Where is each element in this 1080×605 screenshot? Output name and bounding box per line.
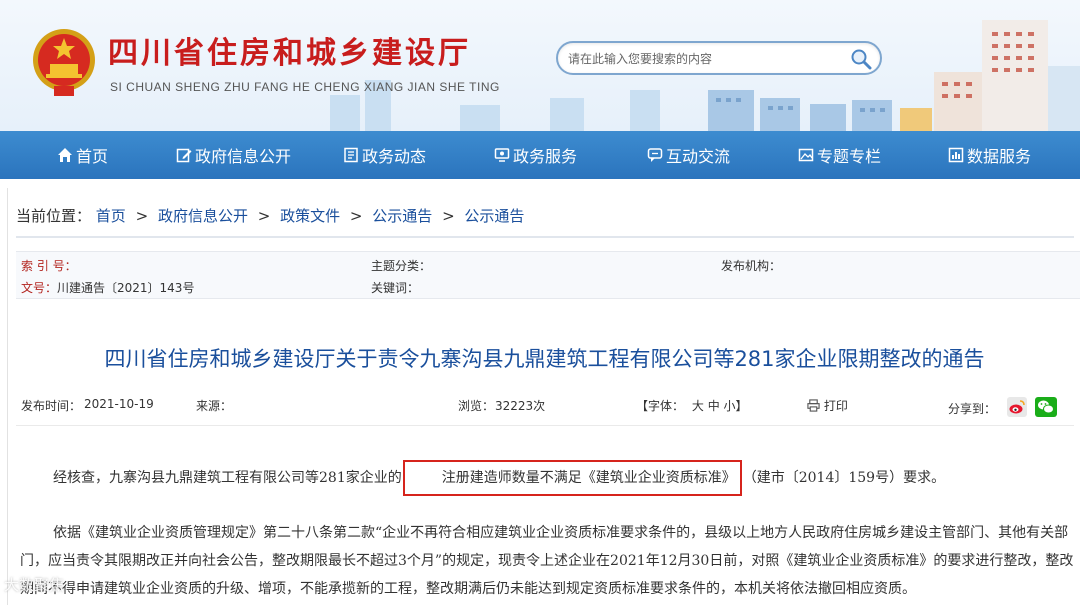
nav-label: 互动交流 [666, 147, 731, 166]
paragraph-1: 经核查，九寨沟县九鼎建筑工程有限公司等281家企业的 注册建造师数量不满足《建筑业… [20, 460, 1075, 496]
nav-label: 政府信息公开 [195, 147, 292, 166]
nav-label: 政务服务 [513, 147, 578, 166]
wechat-share-icon[interactable] [1035, 397, 1057, 417]
topic-label: 主题分类： [371, 259, 432, 273]
nav-item-data-service[interactable]: 数据服务 [948, 131, 1031, 179]
views-label: 浏览： [458, 399, 495, 413]
doc-number-value: 川建通告〔2021〕143号 [57, 281, 195, 295]
chat-icon [647, 148, 663, 162]
font-size-small[interactable]: 小 [724, 399, 736, 413]
site-subtitle: SI CHUAN SHENG ZHU FANG HE CHENG XIANG J… [110, 80, 500, 94]
site-title: 四川省住房和城乡建设厅 [108, 36, 471, 71]
nav-item-gov-news[interactable]: 政务动态 [343, 131, 426, 179]
publish-time-label: 发布时间： [21, 399, 82, 413]
nav-label: 专题专栏 [817, 147, 882, 166]
main-nav: 首页 政府信息公开 政务动态 政务服务 互动交流 专题专栏 数据服务 [0, 131, 1080, 179]
national-emblem-icon [33, 29, 95, 96]
nav-item-interaction[interactable]: 互动交流 [647, 131, 730, 179]
publisher-label: 发布机构： [721, 259, 782, 273]
paragraph-1-end: （建市〔2014〕159号）要求。 [742, 470, 946, 486]
doc-number-label: 文号： [21, 281, 58, 295]
publish-date: 2021-10-19 [84, 397, 154, 411]
breadcrumb-separator: > [442, 207, 455, 225]
breadcrumb-item-gov-info[interactable]: 政府信息公开 [158, 207, 248, 225]
page: 四川省住房和城乡建设厅 SI CHUAN SHENG ZHU FANG HE C… [0, 0, 1080, 605]
paragraph-1-start: 经核查，九寨沟县九鼎建筑工程有限公司等281家企业的 [53, 470, 402, 486]
breadcrumb-separator: > [257, 207, 271, 225]
paragraph-2: 依据《建筑业企业资质管理规定》第二十八条第二款“企业不再符合相应建筑业企业资质标… [20, 525, 1074, 597]
share-label: 分享到： [948, 402, 997, 416]
views-count: 32223次 [495, 399, 546, 413]
print-label: 打印 [823, 399, 848, 413]
chart-icon [948, 147, 964, 163]
index-number-label: 索 引 号： [21, 259, 77, 273]
nav-label: 首页 [76, 147, 109, 166]
keyword-label: 关键词： [371, 281, 420, 295]
breadcrumb: 当前位置： 首页 > 政府信息公开 > 政策文件 > 公示通告 > 公示通告 [16, 205, 524, 226]
nav-item-gov-info[interactable]: 政府信息公开 [176, 131, 291, 179]
font-size-medium[interactable]: 中 [708, 399, 720, 413]
search-box [556, 41, 882, 75]
printer-icon [807, 399, 820, 412]
breadcrumb-divider [16, 236, 1074, 238]
nav-label: 数据服务 [967, 147, 1032, 166]
home-icon [58, 148, 72, 162]
font-size-label: 【字体： [636, 399, 685, 413]
font-size-close: 】 [735, 399, 748, 413]
watermark: 大数聚焦 [4, 576, 65, 594]
search-input[interactable] [568, 49, 848, 69]
breadcrumb-item-home[interactable]: 首页 [96, 207, 126, 225]
nav-label: 政务动态 [362, 147, 427, 166]
nav-item-special-topics[interactable]: 专题专栏 [798, 131, 881, 179]
highlighted-requirement: 注册建造师数量不满足《建筑业企业资质标准》 [402, 460, 742, 496]
site-header: 四川省住房和城乡建设厅 SI CHUAN SHENG ZHU FANG HE C… [0, 0, 1080, 132]
info-divider [16, 425, 1074, 426]
document-icon [344, 147, 358, 163]
print-button[interactable]: 打印 [807, 397, 848, 414]
breadcrumb-separator: > [349, 207, 363, 225]
breadcrumb-item-policy[interactable]: 政策文件 [280, 207, 340, 225]
search-icon[interactable] [850, 48, 872, 70]
document-meta-box: 索 引 号： 文号： 川建通告〔2021〕143号 主题分类： 关键词： 发布机… [16, 251, 1080, 299]
weibo-share-icon[interactable] [1007, 397, 1027, 417]
content-panel: 当前位置： 首页 > 政府信息公开 > 政策文件 > 公示通告 > 公示通告 索… [7, 188, 1080, 605]
font-size-large[interactable]: 大 [692, 399, 704, 413]
breadcrumb-prefix: 当前位置： [16, 207, 92, 225]
font-size-control: 【字体： 大 中 小】 [636, 397, 748, 414]
breadcrumb-item-notice[interactable]: 公示通告 [372, 207, 432, 225]
image-icon [798, 148, 814, 162]
edit-icon [176, 148, 192, 163]
monitor-icon [494, 148, 510, 162]
article-title: 四川省住房和城乡建设厅关于责令九寨沟县九鼎建筑工程有限公司等281家企业限期整改… [104, 347, 985, 371]
nav-item-gov-service[interactable]: 政务服务 [494, 131, 577, 179]
nav-item-home[interactable]: 首页 [57, 131, 108, 179]
source-label: 来源： [196, 399, 233, 413]
breadcrumb-item-notice-current[interactable]: 公示通告 [464, 207, 524, 225]
breadcrumb-separator: > [135, 207, 149, 225]
